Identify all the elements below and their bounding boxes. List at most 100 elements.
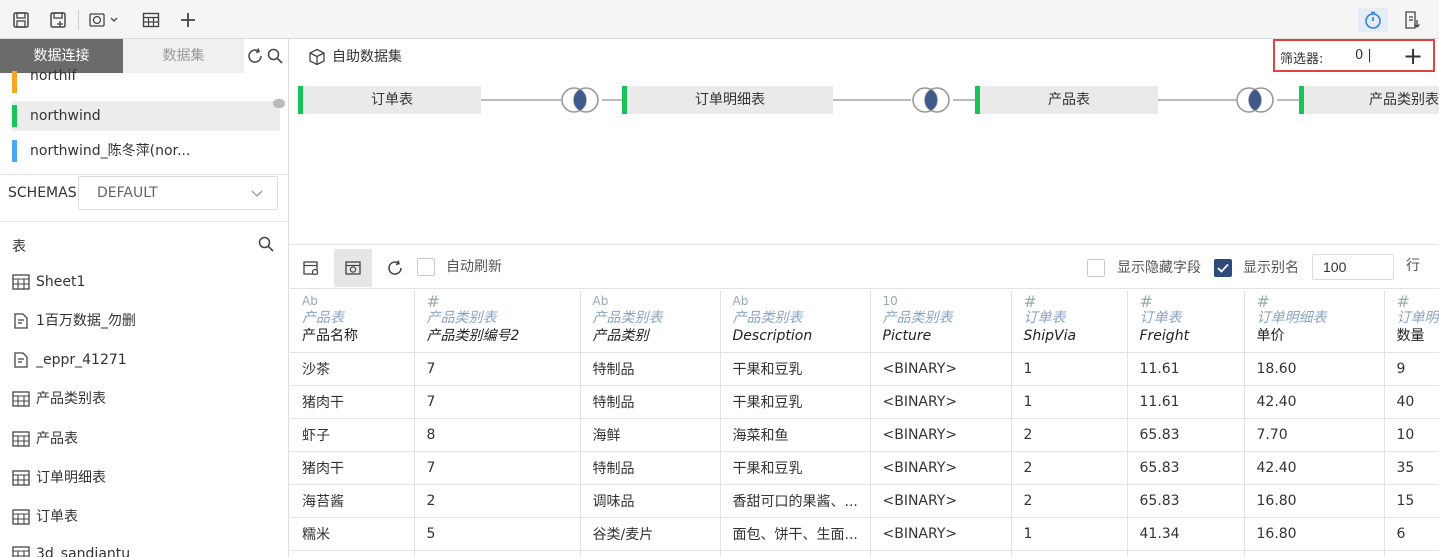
table-list-item[interactable]: 产品类别表 xyxy=(12,384,280,414)
self-dataset-title: 自助数据集 xyxy=(308,47,402,67)
flow-connector xyxy=(481,99,561,101)
table-header-row: Ab 产品表 产品名称 # 产品类别表 产品类别编号2 Ab 产品类别表 产品类别 Ab 产品… xyxy=(290,290,1439,353)
number-type-icon: # xyxy=(426,292,440,311)
column-table: 订单表 xyxy=(1139,310,1182,326)
table-cell: 1 xyxy=(1011,352,1128,386)
column-table: 订单明细表 xyxy=(1256,310,1327,326)
tab-data-connections[interactable]: 数据连接 xyxy=(0,39,123,73)
table-cell: <BINARY> xyxy=(870,352,1012,386)
table-icon[interactable] xyxy=(140,8,162,32)
table-cell xyxy=(1011,550,1128,557)
table-cell: 35 xyxy=(1384,451,1439,485)
add-filter-button[interactable]: + xyxy=(1403,42,1423,70)
table-cell: 5 xyxy=(414,517,581,551)
column-field: 单价 xyxy=(1256,328,1285,344)
connection-item[interactable]: northwind_陈冬萍(nor... xyxy=(12,136,280,166)
column-header[interactable]: Ab 产品表 产品名称 xyxy=(290,290,415,353)
inner-join-icon[interactable] xyxy=(909,85,953,119)
save-icon[interactable] xyxy=(10,8,32,32)
column-table: 订单明细表 xyxy=(1396,310,1439,326)
sql-icon xyxy=(14,352,28,368)
connection-item[interactable]: northwind xyxy=(12,101,280,131)
table-cell xyxy=(580,550,721,557)
table-list-label: 订单表 xyxy=(36,509,78,525)
table-list-item[interactable]: 3d_sandiantu xyxy=(12,539,280,557)
table-list-item[interactable]: 1百万数据_勿删 xyxy=(12,306,280,336)
table-cell: 65.83 xyxy=(1127,451,1245,485)
connection-item[interactable]: northif xyxy=(12,69,280,93)
row-count-input[interactable]: 100 xyxy=(1312,254,1394,280)
scrollbar-thumb[interactable] xyxy=(273,99,285,108)
flow-node[interactable]: 订单明细表 xyxy=(622,86,833,114)
column-header[interactable]: 10 产品类别表 Picture xyxy=(870,290,1012,353)
column-header[interactable]: # 订单表 Freight xyxy=(1127,290,1245,353)
table-row[interactable]: 海苔酱 2 调味品 香甜可口的果酱、... <BINARY> 2 65.83 16.80 15 xyxy=(290,484,1439,518)
column-header[interactable]: Ab 产品类别表 Description xyxy=(720,290,871,353)
filter-count: 0 | xyxy=(1355,48,1372,63)
auto-refresh-label: 自动刷新 xyxy=(446,259,502,275)
table-cell: <BINARY> xyxy=(870,484,1012,518)
table-row[interactable]: 糯米 5 谷类/麦片 面包、饼干、生面... <BINARY> 1 41.34 16.80 6 xyxy=(290,517,1439,551)
column-header[interactable]: #订单明细表数量 xyxy=(1384,290,1439,353)
tab-datasets[interactable]: 数据集 xyxy=(123,39,244,73)
show-alias-checkbox[interactable] xyxy=(1214,259,1232,277)
export-icon[interactable] xyxy=(1400,8,1424,32)
field-settings-icon[interactable] xyxy=(292,249,330,287)
table-row[interactable] xyxy=(290,550,1439,557)
table-cell: 9 xyxy=(1384,352,1439,386)
table-row[interactable]: 虾子 8 海鲜 海菜和鱼 <BINARY> 2 65.83 7.70 10 xyxy=(290,418,1439,452)
column-header[interactable]: Ab 产品类别表 产品类别 xyxy=(580,290,721,353)
table-list-item[interactable]: 订单表 xyxy=(12,502,280,532)
table-cell xyxy=(290,550,415,557)
preview-icon[interactable] xyxy=(87,8,121,32)
auto-refresh-checkbox[interactable] xyxy=(417,258,435,276)
table-list-item[interactable]: 订单明细表 xyxy=(12,463,280,493)
number-type-icon: # xyxy=(1256,292,1270,311)
schemas-row: SCHEMAS DEFAULT xyxy=(0,174,288,222)
preview-data-icon[interactable] xyxy=(334,249,372,287)
show-hidden-checkbox[interactable] xyxy=(1087,259,1105,277)
column-header[interactable]: # 订单表 ShipVia xyxy=(1011,290,1128,353)
inner-join-icon[interactable] xyxy=(1233,85,1277,119)
table-row[interactable]: 猪肉干 7 特制品 干果和豆乳 <BINARY> 1 11.61 42.40 40 xyxy=(290,385,1439,419)
timer-icon[interactable] xyxy=(1358,8,1388,32)
table-row[interactable]: 沙茶 7 特制品 干果和豆乳 <BINARY> 1 11.61 18.60 9 xyxy=(290,352,1439,386)
flow-node[interactable]: 产品类别表 xyxy=(1299,86,1439,114)
column-table: 订单表 xyxy=(1023,310,1066,326)
toolbar-divider xyxy=(78,10,79,30)
save-as-icon[interactable] xyxy=(47,8,69,32)
table-cell: 2 xyxy=(414,484,581,518)
check-icon xyxy=(1217,263,1229,273)
table-cell: 1 xyxy=(1011,385,1128,419)
table-cell: 11.61 xyxy=(1127,385,1245,419)
column-field: Freight xyxy=(1139,328,1190,344)
inner-join-icon[interactable] xyxy=(558,85,602,119)
table-cell: 41.34 xyxy=(1127,517,1245,551)
column-field: 产品类别编号2 xyxy=(426,328,520,344)
table-list-label: 1百万数据_勿删 xyxy=(36,313,136,329)
flow-node[interactable]: 订单表 xyxy=(298,86,481,114)
table-list-item[interactable]: Sheet1 xyxy=(12,267,280,297)
table-icon xyxy=(12,431,30,447)
table-cell: 干果和豆乳 xyxy=(720,385,871,419)
table-cell xyxy=(1244,550,1385,557)
table-list-item[interactable]: 产品表 xyxy=(12,424,280,454)
flow-node[interactable]: 产品表 xyxy=(975,86,1158,114)
table-list-label: 产品表 xyxy=(36,431,78,447)
tables-label: 表 xyxy=(12,239,26,255)
connection-color-bar xyxy=(12,140,17,162)
table-cell: 11.61 xyxy=(1127,352,1245,386)
refresh-icon[interactable] xyxy=(246,47,264,69)
table-cell: 2 xyxy=(1011,418,1128,452)
search-icon[interactable] xyxy=(257,235,275,257)
table-row[interactable]: 猪肉干 7 特制品 干果和豆乳 <BINARY> 2 65.83 42.40 35 xyxy=(290,451,1439,485)
schemas-select[interactable]: DEFAULT xyxy=(78,176,278,210)
column-header[interactable]: # 订单明细表单价 xyxy=(1244,290,1385,353)
table-cell: <BINARY> xyxy=(870,385,1012,419)
table-cell: 干果和豆乳 xyxy=(720,352,871,386)
table-list-item[interactable]: _eppr_41271 xyxy=(12,345,280,375)
search-icon[interactable] xyxy=(266,47,284,69)
refresh-icon[interactable] xyxy=(376,249,414,287)
add-icon[interactable] xyxy=(177,8,199,32)
column-header[interactable]: # 产品类别表 产品类别编号2 xyxy=(414,290,581,353)
